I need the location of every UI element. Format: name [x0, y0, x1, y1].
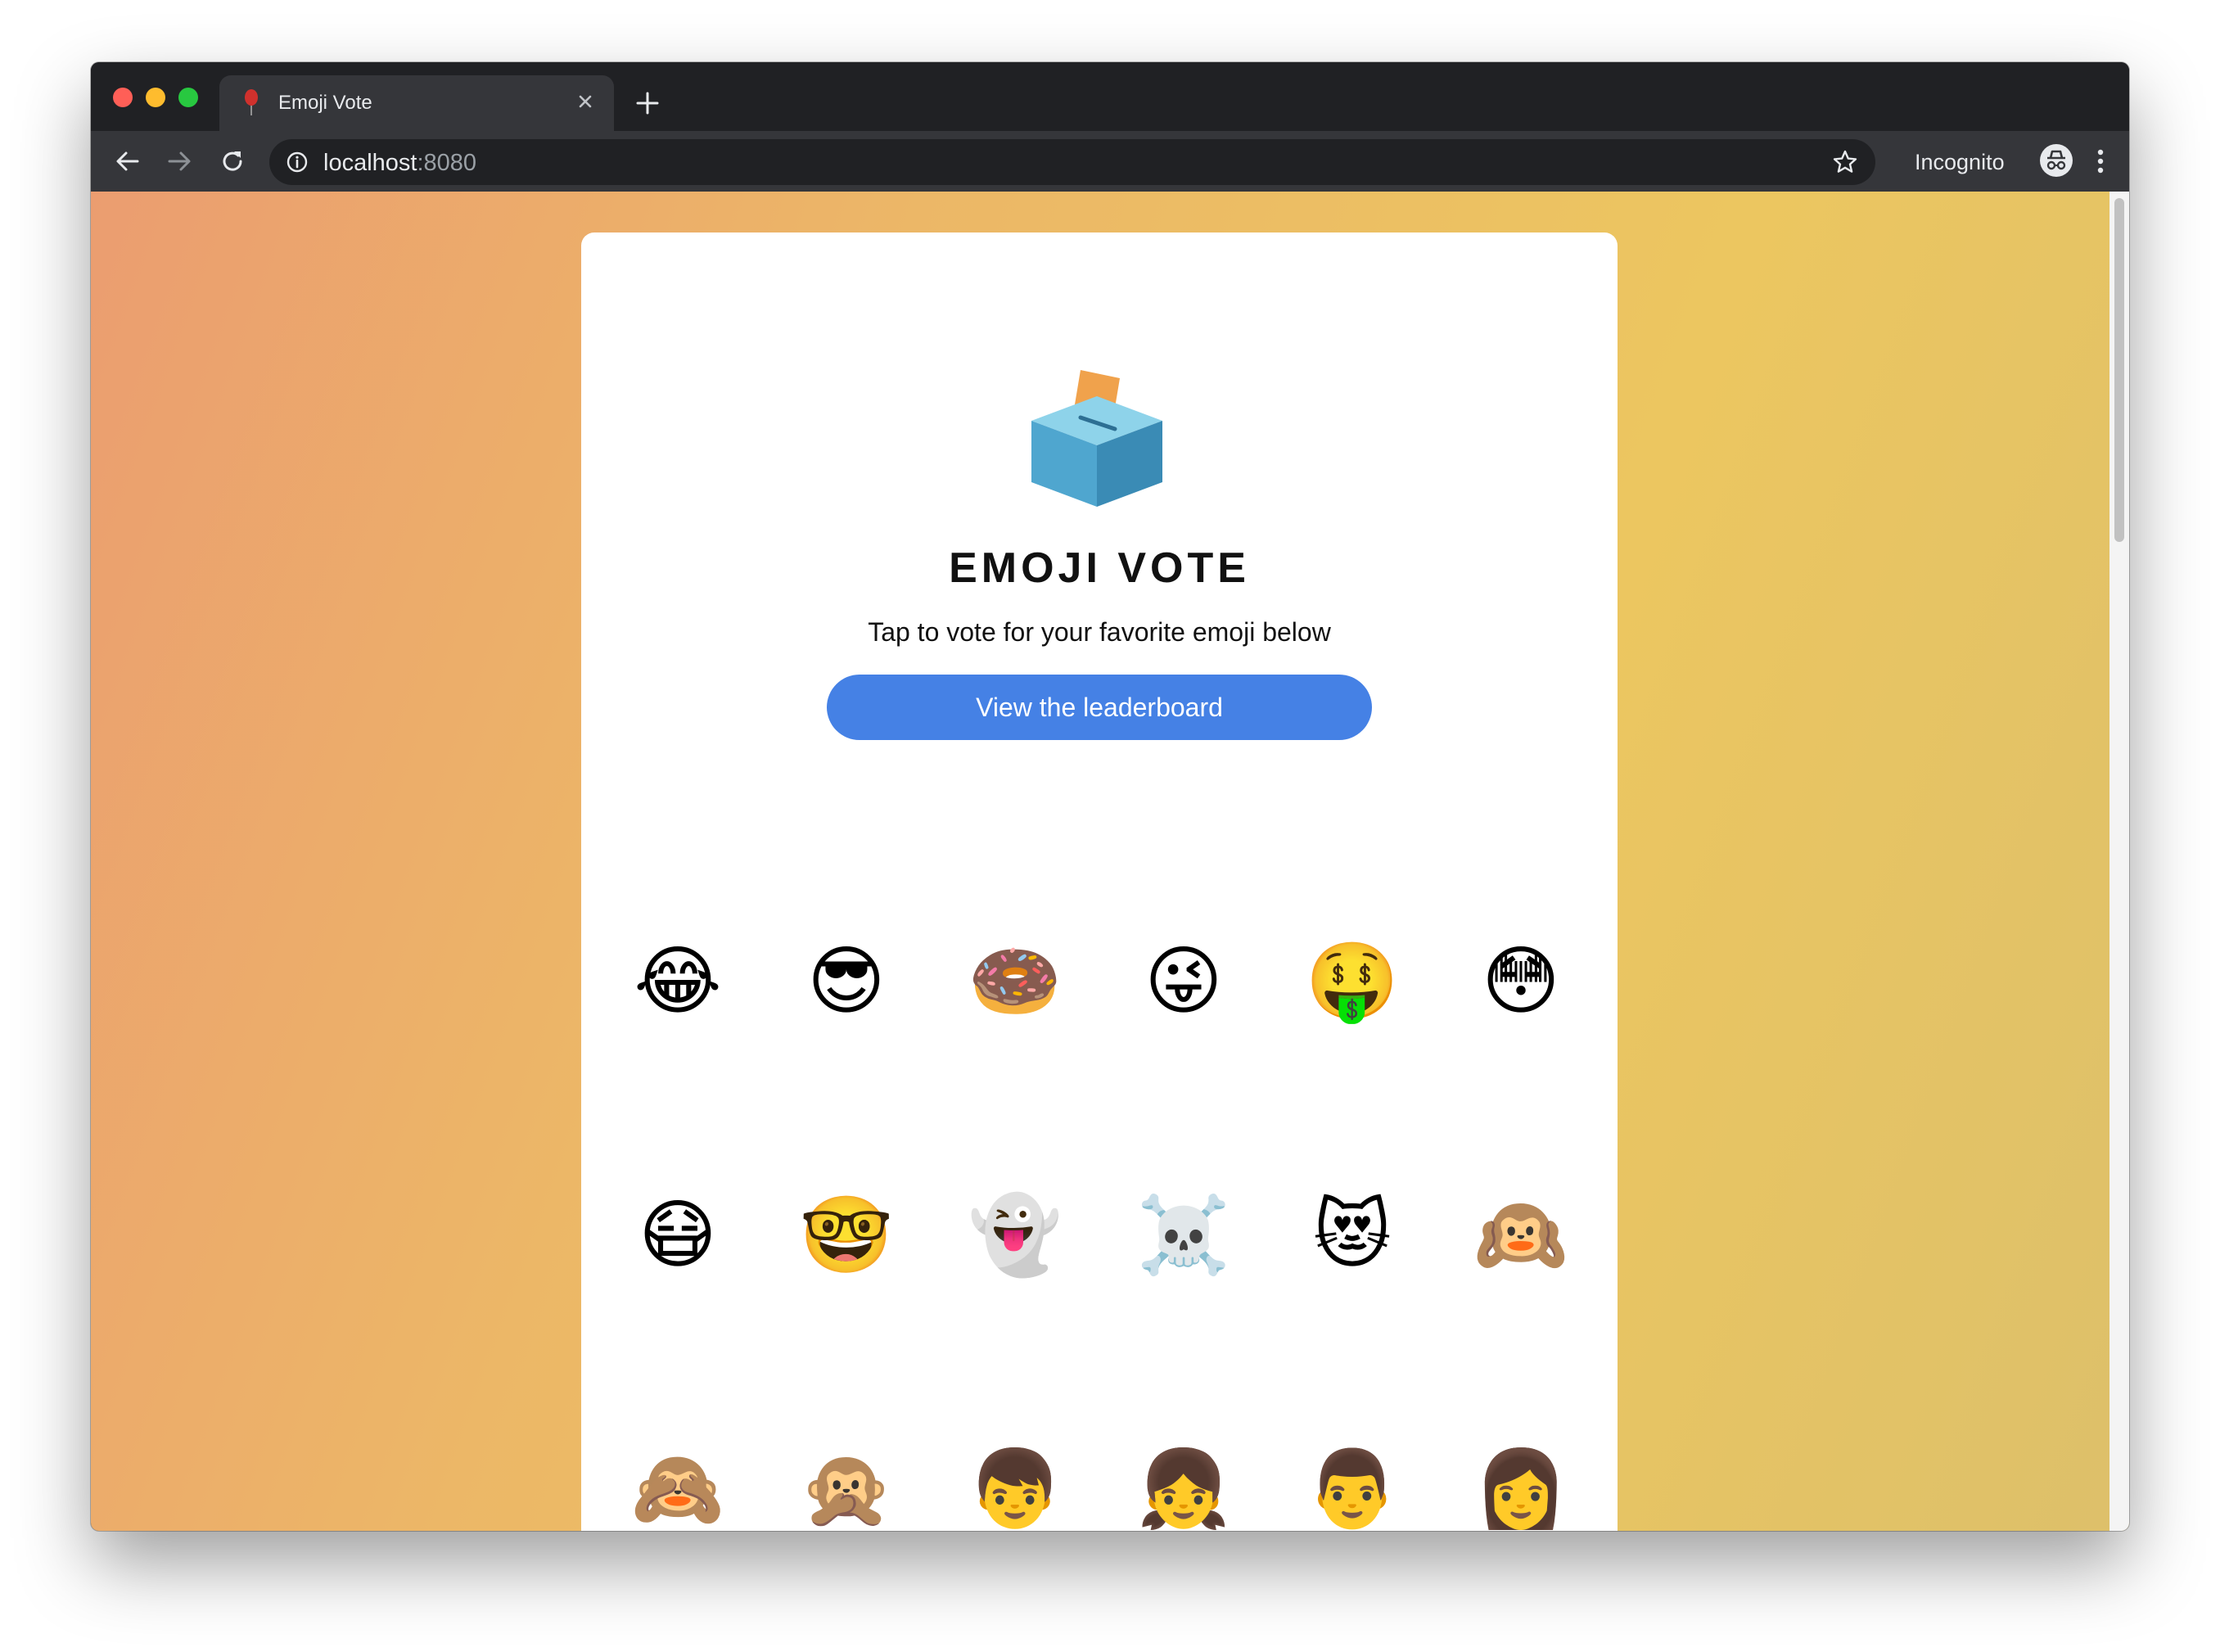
browser-toolbar: localhost:8080 Incognito [91, 131, 2129, 192]
emoji-vote-option[interactable]: 😂 [593, 855, 762, 1108]
emoji-vote-option[interactable]: 😷 [593, 1108, 762, 1362]
reload-icon[interactable] [216, 145, 249, 178]
maximize-window-button[interactable] [178, 88, 198, 107]
browser-tab[interactable]: Emoji Vote [219, 75, 614, 131]
emoji-vote-option[interactable]: 😎 [762, 855, 931, 1108]
url-host: localhost [323, 150, 417, 176]
emoji-vote-option[interactable]: 👨 [1268, 1362, 1437, 1531]
emoji-vote-option[interactable]: 🙉 [1437, 1108, 1605, 1362]
emoji-vote-option[interactable]: 🍩 [931, 855, 1099, 1108]
vote-card: EMOJI VOTE Tap to vote for your favorite… [581, 232, 1618, 1531]
incognito-label: Incognito [1915, 150, 2005, 174]
url-port: :8080 [417, 150, 477, 176]
emoji-vote-option[interactable]: 😳 [1437, 855, 1605, 1108]
browser-window: Emoji Vote localhost:8080 Incognito EMOJ… [91, 62, 2129, 1531]
emoji-vote-option[interactable]: 👻 [931, 1108, 1099, 1362]
ballot-box-icon [1031, 370, 1162, 507]
emoji-grid: 😂 😎 🍩 😜 🤑 😳 😷 🤓 👻 ☠️ 😻 🙉 🙈 🙊 👦 👧 👨 👩 [581, 855, 1618, 1531]
page-viewport: EMOJI VOTE Tap to vote for your favorite… [91, 192, 2129, 1531]
tab-bar: Emoji Vote [91, 62, 2129, 131]
emoji-vote-option[interactable]: ☠️ [1099, 1108, 1268, 1362]
forward-arrow-icon[interactable] [163, 145, 196, 178]
scrollbar[interactable] [2109, 192, 2129, 1531]
info-icon[interactable] [286, 151, 309, 174]
bookmark-star-icon[interactable] [1831, 148, 1859, 176]
new-tab-icon[interactable] [633, 88, 662, 118]
back-arrow-icon[interactable] [111, 145, 144, 178]
close-tab-icon[interactable] [573, 89, 598, 114]
view-leaderboard-button[interactable]: View the leaderboard [827, 675, 1372, 740]
emoji-vote-option[interactable]: 🤓 [762, 1108, 931, 1362]
emoji-vote-option[interactable]: 🙊 [762, 1362, 931, 1531]
address-bar[interactable]: localhost:8080 [269, 139, 1875, 185]
incognito-icon[interactable] [2039, 143, 2073, 178]
balloon-favicon-icon [245, 89, 258, 115]
scrollbar-thumb[interactable] [2114, 198, 2124, 542]
subtitle: Tap to vote for your favorite emoji belo… [868, 617, 1331, 647]
minimize-window-button[interactable] [146, 88, 165, 107]
emoji-vote-option[interactable]: 😜 [1099, 855, 1268, 1108]
url-text[interactable]: localhost:8080 [323, 150, 476, 177]
app-title: EMOJI VOTE [949, 544, 1250, 592]
tab-title: Emoji Vote [278, 92, 372, 114]
emoji-vote-option[interactable]: 😻 [1268, 1108, 1437, 1362]
emoji-vote-option[interactable]: 👦 [931, 1362, 1099, 1531]
emoji-vote-option[interactable]: 🙈 [593, 1362, 762, 1531]
emoji-vote-option[interactable]: 🤑 [1268, 855, 1437, 1108]
emoji-vote-option[interactable]: 👧 [1099, 1362, 1268, 1531]
close-window-button[interactable] [113, 88, 133, 107]
emoji-vote-option[interactable]: 👩 [1437, 1362, 1605, 1531]
more-menu-icon[interactable] [2088, 145, 2113, 178]
